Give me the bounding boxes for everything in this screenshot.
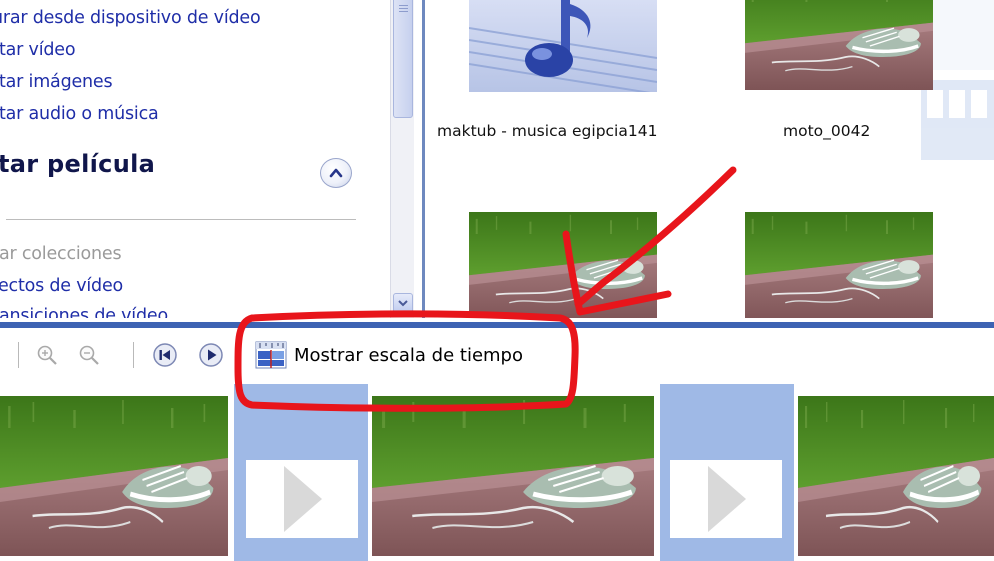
task-import-video[interactable]: rtar vídeo xyxy=(0,40,76,60)
toolbar-separator xyxy=(18,342,19,368)
transition-placeholder[interactable] xyxy=(246,460,358,538)
play-icon xyxy=(199,343,223,367)
task-view-video-effects[interactable]: fectos de vídeo xyxy=(0,276,123,296)
zoom-in-icon xyxy=(37,345,57,365)
task-capture-from-device[interactable]: urar desde dispositivo de vídeo xyxy=(0,8,261,28)
task-view-collections[interactable]: rar colecciones xyxy=(0,244,122,264)
storyboard-clip[interactable] xyxy=(798,396,994,556)
show-timeline-button[interactable]: Mostrar escala de tiempo xyxy=(254,338,523,372)
task-import-audio[interactable]: rtar audio o música xyxy=(0,104,159,124)
transition-arrow-icon xyxy=(708,466,746,532)
zoom-in-button[interactable] xyxy=(34,342,60,368)
collection-item-photo[interactable] xyxy=(745,0,933,90)
section-title-edit-movie: tar película xyxy=(0,150,156,178)
show-timeline-label: Mostrar escala de tiempo xyxy=(294,344,523,366)
collection-item-photo[interactable] xyxy=(469,212,657,318)
rewind-button[interactable] xyxy=(152,342,178,368)
storyboard-clip[interactable] xyxy=(372,396,654,556)
chevron-down-icon xyxy=(398,300,408,307)
collection-content-pane: maktub - musica egipcia141 moto_0042 xyxy=(422,0,994,318)
toolbar-separator xyxy=(133,342,134,368)
play-button[interactable] xyxy=(198,342,224,368)
storyboard-clip[interactable] xyxy=(0,396,228,556)
zoom-out-button[interactable] xyxy=(76,342,102,368)
zoom-out-icon xyxy=(79,345,99,365)
storyboard xyxy=(0,384,994,561)
movie-tasks-pane: urar desde dispositivo de vídeo rtar víd… xyxy=(0,0,390,318)
collapse-section-button[interactable] xyxy=(320,158,352,188)
transition-placeholder[interactable] xyxy=(670,460,782,538)
collection-item-music[interactable] xyxy=(468,0,658,95)
transition-arrow-icon xyxy=(284,466,322,532)
photo-thumbnail xyxy=(469,212,657,318)
scroll-down-button[interactable] xyxy=(393,293,413,314)
rewind-icon xyxy=(153,343,177,367)
collection-item-photo[interactable] xyxy=(745,212,933,318)
task-import-pictures[interactable]: rtar imágenes xyxy=(0,72,113,92)
music-thumbnail xyxy=(468,0,658,95)
collection-item-label: maktub - musica egipcia141 xyxy=(437,122,658,140)
timeline-icon xyxy=(255,341,287,369)
chevron-up-icon xyxy=(329,168,343,178)
photo-thumbnail xyxy=(745,212,933,318)
music-note-icon xyxy=(468,0,658,95)
photo-thumbnail xyxy=(745,0,933,90)
collection-item-label: moto_0042 xyxy=(783,122,871,140)
task-pane-scrollbar[interactable] xyxy=(390,0,414,318)
storyboard-toolbar: Mostrar escala de tiempo xyxy=(0,328,994,384)
scrollbar-thumb[interactable] xyxy=(393,0,413,118)
task-view-video-transitions[interactable]: ransiciones de vídeo xyxy=(0,306,168,318)
section-divider xyxy=(6,219,356,220)
